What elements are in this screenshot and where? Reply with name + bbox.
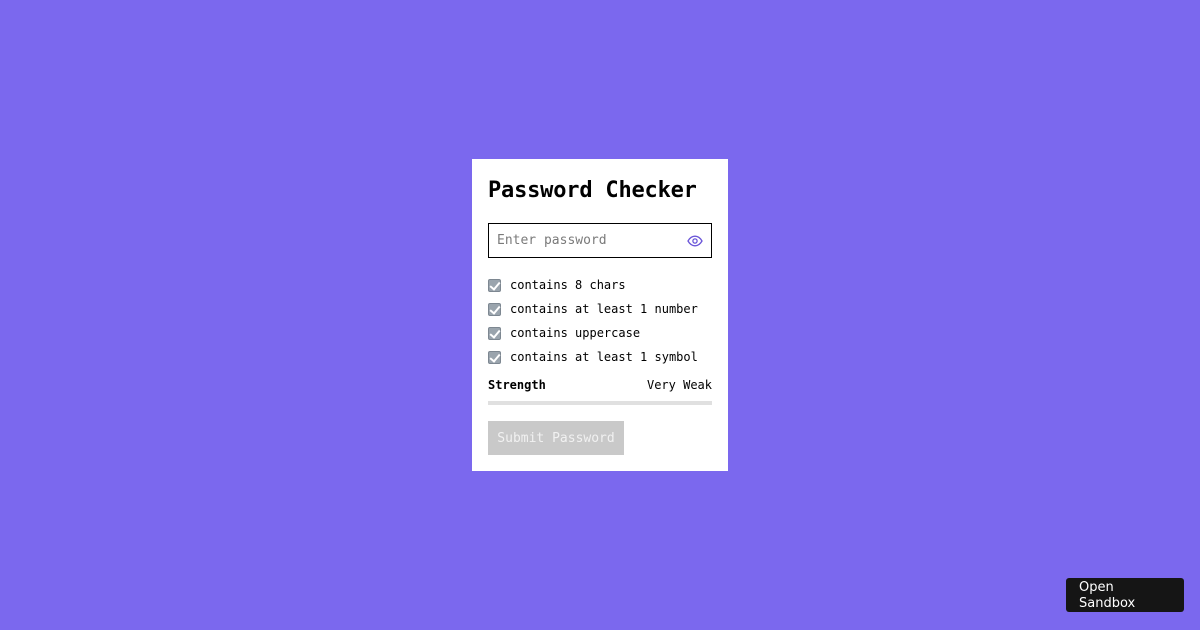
open-sandbox-button[interactable]: Open Sandbox	[1066, 578, 1184, 612]
check-icon	[488, 302, 501, 316]
open-sandbox-label: Open Sandbox	[1079, 580, 1136, 611]
strength-label: Strength	[488, 378, 546, 392]
check-icon	[488, 326, 501, 340]
password-input[interactable]	[489, 224, 679, 257]
rule-label: contains 8 chars	[510, 278, 626, 292]
page-background: Password Checker contains 8 chars contai…	[0, 0, 1200, 630]
strength-row: Strength Very Weak	[488, 378, 712, 394]
rule-item: contains at least 1 symbol	[488, 345, 698, 369]
rule-item: contains 8 chars	[488, 273, 698, 297]
check-icon	[488, 350, 501, 364]
rule-item: contains at least 1 number	[488, 297, 698, 321]
eye-icon[interactable]	[687, 233, 703, 249]
password-checker-card: Password Checker contains 8 chars contai…	[472, 159, 728, 471]
strength-meter	[488, 401, 712, 405]
rule-label: contains at least 1 number	[510, 302, 698, 316]
submit-password-button[interactable]: Submit Password	[488, 421, 624, 455]
card-title: Password Checker	[488, 178, 697, 203]
rule-item: contains uppercase	[488, 321, 698, 345]
password-rules-list: contains 8 chars contains at least 1 num…	[488, 273, 698, 369]
rule-label: contains uppercase	[510, 326, 641, 340]
strength-value: Very Weak	[646, 378, 712, 392]
rule-label: contains at least 1 symbol	[510, 350, 698, 364]
check-icon	[488, 278, 501, 292]
password-field[interactable]	[488, 223, 712, 258]
